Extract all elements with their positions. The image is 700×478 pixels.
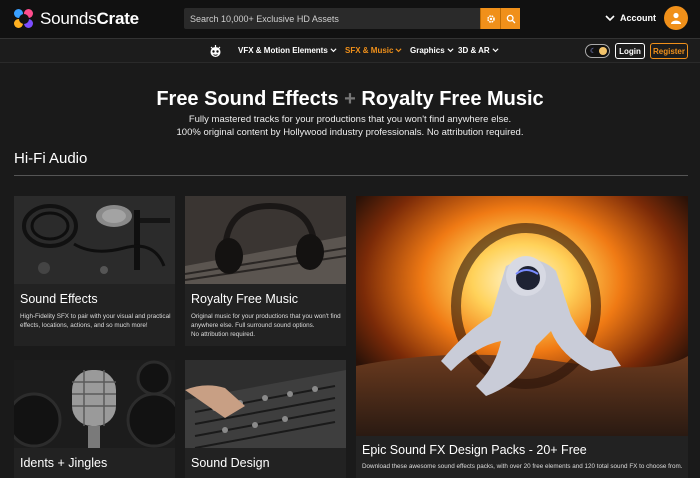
theme-toggle[interactable]: ☾ [585,44,610,58]
card-image-idents-jingles [14,360,175,448]
card-image-royalty-free-music [185,196,346,284]
hero-subtitle-line2: 100% original content by Hollywood indus… [176,127,524,138]
chevron-down-icon [395,48,403,53]
section-divider [14,175,688,176]
card-desc-line2: anywhere else. Full surround sound optio… [191,322,315,329]
card-desc-line1: Download these awesome sound effects pac… [362,463,683,470]
top-bar: SoundsCrate Account [0,0,700,38]
card-title: Royalty Free Music [191,292,298,306]
card-desc-line1: Original music for your productions that… [191,313,341,320]
hero-title-plus: + [344,88,356,110]
hero-subtitle-line1: Fully mastered tracks for your productio… [188,114,512,125]
register-button[interactable]: Register [650,43,688,59]
gear-icon [486,14,495,23]
nav-item-graphics[interactable]: Graphics [410,46,454,55]
sun-icon [599,47,607,55]
hero-title: Free Sound Effects + Royalty Free Music [0,88,700,111]
search-bar [184,8,520,29]
card-idents-jingles[interactable]: Idents + Jingles [14,360,175,478]
search-input[interactable] [184,8,480,29]
card-title: Idents + Jingles [20,456,108,470]
nav-item-label: Graphics [410,46,445,55]
soundscrate-logo-icon [14,9,34,29]
card-title: Epic Sound FX Design Packs - 20+ Free [362,443,587,457]
login-button[interactable]: Login [615,43,645,59]
nav-item-vfx[interactable]: VFX & Motion Elements [238,46,337,55]
card-image-sound-design [185,360,346,448]
nav-item-3d-ar[interactable]: 3D & AR [458,46,499,55]
mascot-home-icon[interactable] [208,44,223,59]
search-button[interactable] [500,8,520,29]
chevron-down-icon [492,48,499,53]
card-title: Sound Effects [20,292,98,306]
card-royalty-free-music[interactable]: Royalty Free Music Original music for yo… [185,196,346,346]
card-desc-line2: effects, locations, actions, and so much… [20,322,148,329]
brand-name: SoundsCrate [40,9,139,29]
chevron-down-icon [447,48,454,53]
nav-item-sfx-music[interactable]: SFX & Music [345,46,403,55]
chevron-down-icon [330,48,337,53]
card-title: Sound Design [191,456,270,470]
chevron-down-icon [605,15,615,22]
moon-icon: ☾ [590,48,597,55]
card-desc-line1: High-Fidelity SFX to pair with your visu… [20,313,171,320]
brand-logo[interactable]: SoundsCrate [14,9,139,29]
card-desc-line3: No attribution required. [191,331,256,338]
nav-bar: VFX & Motion Elements SFX & Music Graphi… [0,38,700,63]
card-sound-effects[interactable]: Sound Effects High-Fidelity SFX to pair … [14,196,175,346]
card-epic-sound-fx-packs[interactable]: Epic Sound FX Design Packs - 20+ Free Do… [356,196,688,478]
user-avatar-icon[interactable] [664,6,688,30]
search-icon [506,14,515,23]
brand-name-part2: Crate [96,9,139,28]
nav-item-label: 3D & AR [458,46,490,55]
brand-name-part1: Sounds [40,9,97,28]
account-menu[interactable]: Account [605,6,688,30]
section-title: Hi-Fi Audio [14,150,88,167]
search-settings-button[interactable] [480,8,500,29]
card-image-sound-effects [14,196,175,284]
card-sound-design[interactable]: Sound Design [185,360,346,478]
nav-item-label: VFX & Motion Elements [238,46,328,55]
hero-title-part2: Royalty Free Music [361,88,544,110]
account-label: Account [620,13,656,23]
hero-title-part1: Free Sound Effects [156,88,339,110]
nav-item-label: SFX & Music [345,46,394,55]
card-image-astronaut-explosion [356,196,688,436]
